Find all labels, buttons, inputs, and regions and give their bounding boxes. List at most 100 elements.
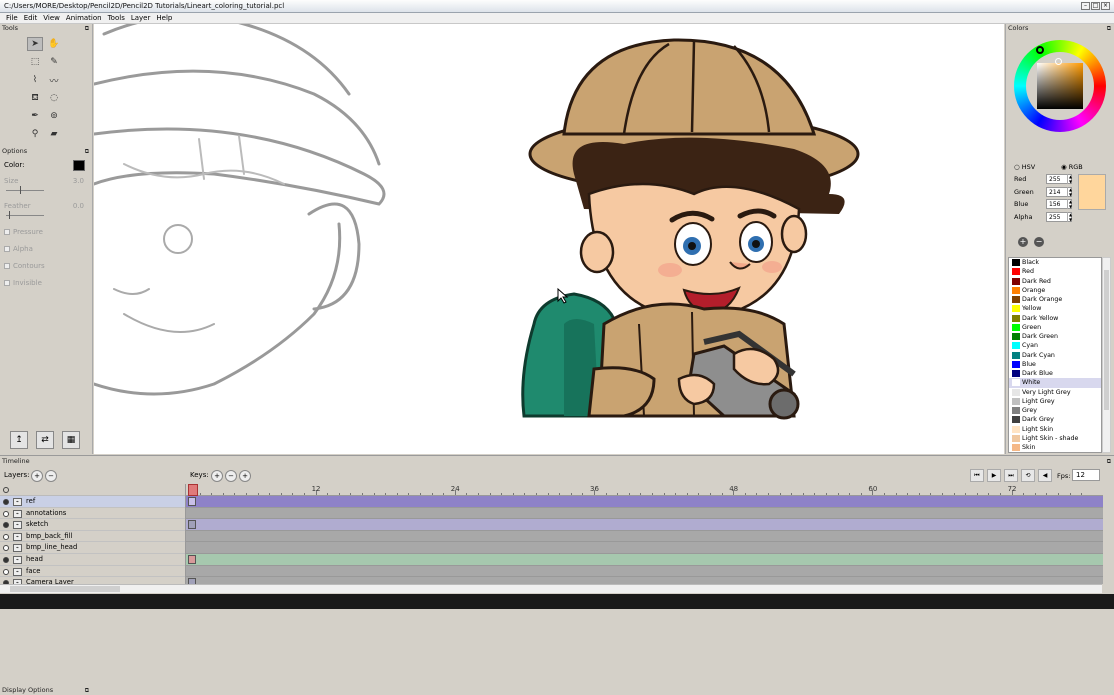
- palette-item[interactable]: Dark Green: [1009, 332, 1101, 341]
- first-frame-icon[interactable]: ⏮: [970, 469, 984, 482]
- menu-animation[interactable]: Animation: [63, 13, 105, 23]
- keyframe[interactable]: [188, 520, 196, 530]
- layer-row[interactable]: ⌁ sketch: [0, 519, 185, 531]
- duplicate-key-icon[interactable]: +: [239, 470, 251, 482]
- layer-track[interactable]: [186, 496, 1103, 508]
- menu-tools[interactable]: Tools: [105, 13, 128, 23]
- menu-help[interactable]: Help: [153, 13, 175, 23]
- last-frame-icon[interactable]: ⏭: [1004, 469, 1018, 482]
- remove-key-icon[interactable]: −: [225, 470, 237, 482]
- layer-row[interactable]: ⌁ head: [0, 554, 185, 566]
- layer-row[interactable]: ⌁ face: [0, 566, 185, 578]
- menu-edit[interactable]: Edit: [21, 13, 41, 23]
- layer-track[interactable]: [186, 577, 1103, 584]
- palette-item[interactable]: Yellow: [1009, 304, 1101, 313]
- palette-item[interactable]: Grey: [1009, 406, 1101, 415]
- frame-ruler[interactable]: 12 24 36 48 60 72: [186, 484, 1103, 496]
- timeline-tracks[interactable]: 12 24 36 48 60 72: [186, 484, 1103, 584]
- minimize-button[interactable]: –: [1081, 2, 1090, 10]
- palette-item[interactable]: Dark Yellow: [1009, 314, 1101, 323]
- outlines-icon[interactable]: ▦: [62, 431, 80, 449]
- drawing-canvas[interactable]: [94, 24, 1004, 454]
- mode-rgb-radio[interactable]: ◉ RGB: [1061, 163, 1083, 171]
- select-tool-icon[interactable]: ⬚: [27, 55, 43, 69]
- color-wheel[interactable]: [1014, 40, 1106, 132]
- timeline-scrollbar[interactable]: [0, 584, 1102, 593]
- float-icon[interactable]: ⧉: [85, 147, 89, 156]
- sv-handle[interactable]: [1055, 58, 1062, 65]
- layer-visibility-icon[interactable]: [3, 510, 9, 517]
- maximize-button[interactable]: □: [1091, 2, 1100, 10]
- palette-item[interactable]: Light Grey: [1009, 397, 1101, 406]
- palette-item[interactable]: Orange: [1009, 286, 1101, 295]
- palette-item[interactable]: Green: [1009, 323, 1101, 332]
- size-slider[interactable]: [6, 186, 44, 194]
- layer-track[interactable]: [186, 530, 1103, 543]
- polyline-tool-icon[interactable]: ⌇: [27, 73, 43, 87]
- remove-layer-icon[interactable]: −: [45, 470, 57, 482]
- layer-track[interactable]: [186, 519, 1103, 531]
- pressure-check[interactable]: Pressure: [0, 224, 92, 241]
- float-icon[interactable]: ⧉: [85, 686, 89, 695]
- palette-item[interactable]: Dark Grey: [1009, 415, 1101, 424]
- invisible-check[interactable]: Invisible: [0, 275, 92, 292]
- feather-slider[interactable]: [6, 211, 44, 219]
- layer-row[interactable]: ⌁ bmp_line_head: [0, 542, 185, 554]
- palette-item[interactable]: Blue: [1009, 360, 1101, 369]
- lasso-tool-icon[interactable]: ◌: [46, 91, 62, 105]
- palette-item[interactable]: Cyan: [1009, 341, 1101, 350]
- blue-spin[interactable]: ▲ ▼: [1067, 199, 1073, 209]
- fps-input[interactable]: 12: [1072, 469, 1100, 481]
- float-icon[interactable]: ⧉: [1107, 456, 1111, 467]
- layer-row[interactable]: ⌁ bmp_back_fill: [0, 531, 185, 543]
- add-color-icon[interactable]: +: [1018, 237, 1028, 247]
- red-spin[interactable]: ▲ ▼: [1067, 174, 1073, 184]
- mode-hsv-radio[interactable]: ○ HSV: [1014, 163, 1035, 171]
- palette-item[interactable]: Black: [1009, 258, 1101, 267]
- layer-visibility-icon[interactable]: [3, 556, 9, 563]
- layer-track[interactable]: [186, 565, 1103, 578]
- palette-item[interactable]: Light Skin - shade: [1009, 434, 1101, 443]
- keyframe[interactable]: [188, 497, 196, 506]
- layer-visibility-icon[interactable]: [3, 545, 9, 552]
- contours-check[interactable]: Contours: [0, 258, 92, 275]
- toggle-all-eye-icon[interactable]: [3, 487, 9, 493]
- palette-scrollbar[interactable]: [1102, 257, 1111, 453]
- layer-visibility-icon[interactable]: [3, 499, 9, 505]
- alpha-spin[interactable]: ▲ ▼: [1067, 211, 1073, 222]
- layer-visibility-icon[interactable]: [3, 522, 9, 529]
- playhead[interactable]: [188, 484, 198, 496]
- palette-item[interactable]: Dark Red: [1009, 277, 1101, 286]
- green-spin[interactable]: ▲ ▼: [1067, 186, 1073, 197]
- bucket-tool-icon[interactable]: ⛾: [27, 91, 43, 105]
- add-layer-icon[interactable]: +: [31, 470, 43, 482]
- palette-item[interactable]: Light Skin: [1009, 425, 1101, 434]
- layer-track[interactable]: [186, 507, 1103, 520]
- brush-tool-icon[interactable]: ⊚: [46, 109, 62, 123]
- menu-file[interactable]: File: [3, 13, 21, 23]
- palette-item[interactable]: White: [1009, 378, 1101, 388]
- layer-row[interactable]: ⌁ ref: [0, 496, 185, 508]
- eraser-tool-icon[interactable]: ▰: [46, 127, 62, 141]
- hue-handle[interactable]: [1036, 46, 1044, 54]
- float-icon[interactable]: ⧉: [85, 24, 89, 33]
- saturation-square[interactable]: [1037, 63, 1083, 109]
- palette-item[interactable]: Dark Blue: [1009, 369, 1101, 378]
- sound-icon[interactable]: ◀: [1038, 469, 1052, 482]
- palette-item[interactable]: Dark Orange: [1009, 295, 1101, 304]
- menu-layer[interactable]: Layer: [128, 13, 154, 23]
- float-icon[interactable]: ⧉: [1107, 24, 1111, 33]
- add-key-icon[interactable]: +: [211, 470, 223, 482]
- play-icon[interactable]: ▶: [987, 469, 1001, 482]
- remove-color-icon[interactable]: −: [1034, 237, 1044, 247]
- close-button[interactable]: ×: [1101, 2, 1110, 10]
- palette-item[interactable]: Dark Cyan: [1009, 351, 1101, 360]
- layer-track[interactable]: [186, 542, 1103, 554]
- layer-row[interactable]: ⌁ annotations: [0, 508, 185, 520]
- pointer-tool-icon[interactable]: ➤: [27, 37, 43, 51]
- pen-tool-icon[interactable]: ✒: [27, 109, 43, 123]
- smudge-tool-icon[interactable]: 〰: [46, 73, 62, 87]
- palette-item[interactable]: Skin: [1009, 443, 1101, 452]
- palette-item[interactable]: Red: [1009, 267, 1101, 276]
- onion-prev-icon[interactable]: ↥: [10, 431, 28, 449]
